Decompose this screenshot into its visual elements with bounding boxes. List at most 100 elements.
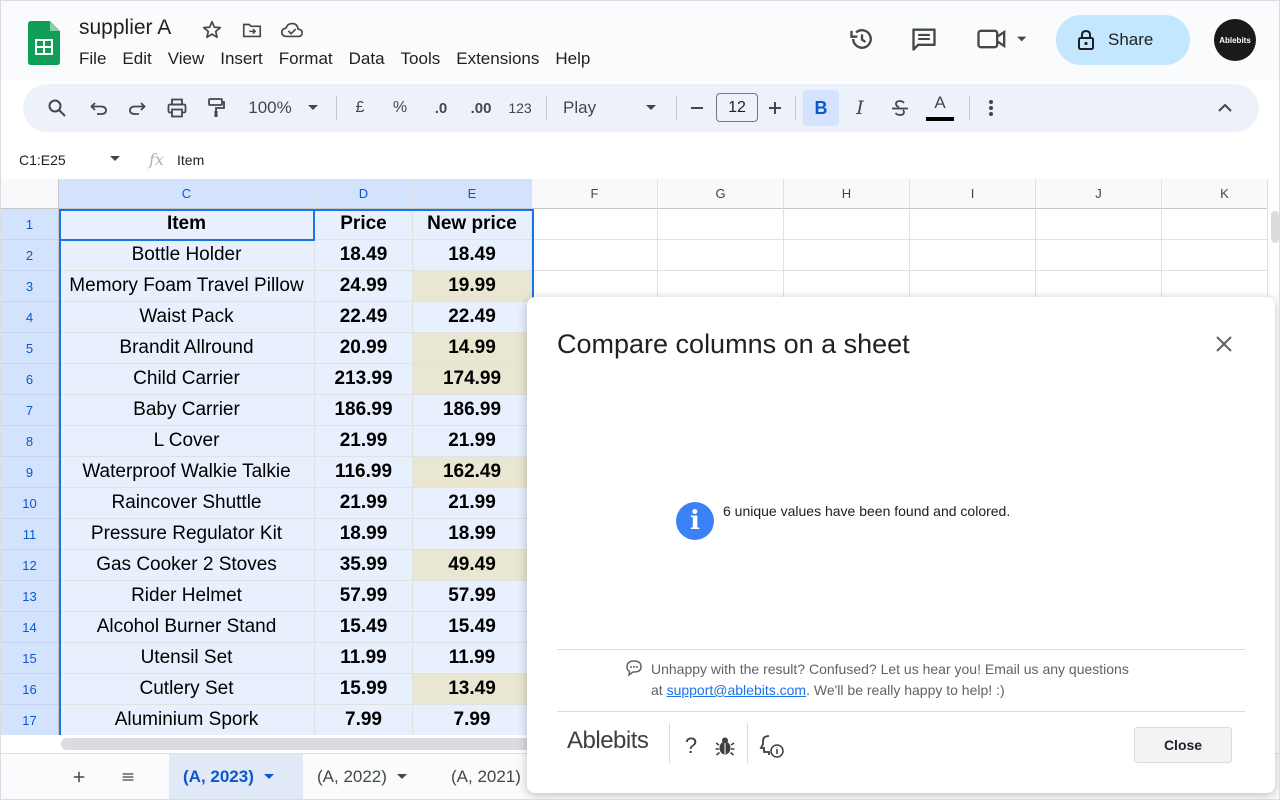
new-price-cell[interactable]: 57.99	[413, 581, 532, 612]
price-cell[interactable]: 18.49	[315, 240, 413, 271]
empty-cell[interactable]	[1162, 240, 1267, 271]
tab-menu-caret-icon[interactable]	[263, 774, 274, 780]
text-color-button[interactable]: A	[925, 93, 955, 123]
row-header[interactable]: 8	[1, 426, 59, 457]
row-header[interactable]: 3	[1, 271, 59, 302]
select-all-corner[interactable]	[1, 179, 71, 209]
menu-file[interactable]: File	[71, 47, 114, 71]
price-cell[interactable]: 21.99	[315, 426, 413, 457]
column-header-i[interactable]: I	[910, 179, 1036, 209]
price-cell[interactable]: 7.99	[315, 705, 413, 735]
empty-cell[interactable]	[1036, 209, 1162, 240]
vertical-scroll-thumb[interactable]	[1271, 211, 1279, 243]
item-cell[interactable]: Child Carrier	[59, 364, 315, 395]
font-select[interactable]: Play	[563, 93, 603, 123]
empty-cell[interactable]	[532, 209, 658, 240]
column-header-k[interactable]: K	[1162, 179, 1267, 209]
version-history-icon[interactable]	[844, 21, 880, 57]
paint-format-icon[interactable]	[204, 93, 228, 123]
more-options-icon[interactable]	[981, 93, 1001, 123]
header-price-cell[interactable]: Price	[315, 209, 413, 240]
item-cell[interactable]: Cutlery Set	[59, 674, 315, 705]
new-price-cell[interactable]: 11.99	[413, 643, 532, 674]
item-cell[interactable]: Bottle Holder	[59, 240, 315, 271]
collapse-toolbar-icon[interactable]	[1213, 93, 1237, 123]
item-cell[interactable]: Alcohol Burner Stand	[59, 612, 315, 643]
menu-edit[interactable]: Edit	[114, 47, 159, 71]
new-price-cell[interactable]: 19.99	[413, 271, 532, 302]
star-icon[interactable]	[199, 17, 225, 43]
row-header[interactable]: 11	[1, 519, 59, 550]
row-header[interactable]: 12	[1, 550, 59, 581]
item-cell[interactable]: Memory Foam Travel Pillow	[59, 271, 315, 302]
item-cell[interactable]: Brandit Allround	[59, 333, 315, 364]
new-price-cell[interactable]: 18.49	[413, 240, 532, 271]
price-cell[interactable]: 22.49	[315, 302, 413, 333]
empty-cell[interactable]	[910, 240, 1036, 271]
print-icon[interactable]	[164, 93, 190, 123]
decrease-font-size-icon[interactable]	[687, 93, 707, 123]
account-avatar[interactable]: Ablebits	[1214, 19, 1256, 61]
empty-cell[interactable]	[1162, 209, 1267, 240]
item-cell[interactable]: Aluminium Spork	[59, 705, 315, 735]
help-icon[interactable]: ?	[678, 733, 704, 759]
increase-font-size-icon[interactable]	[765, 93, 785, 123]
font-caret-icon[interactable]	[643, 93, 659, 123]
menu-help[interactable]: Help	[547, 47, 598, 71]
menu-insert[interactable]: Insert	[212, 47, 271, 71]
item-cell[interactable]: Utensil Set	[59, 643, 315, 674]
empty-cell[interactable]	[1036, 240, 1162, 271]
price-cell[interactable]: 186.99	[315, 395, 413, 426]
item-cell[interactable]: Waist Pack	[59, 302, 315, 333]
row-header[interactable]: 1	[1, 209, 59, 240]
row-header[interactable]: 4	[1, 302, 59, 333]
row-header[interactable]: 16	[1, 674, 59, 705]
support-email-link[interactable]: support@ablebits.com	[667, 682, 807, 698]
meet-camera-icon[interactable]	[973, 21, 1033, 57]
row-header[interactable]: 14	[1, 612, 59, 643]
redo-icon[interactable]	[125, 93, 149, 123]
price-cell[interactable]: 15.49	[315, 612, 413, 643]
row-header[interactable]: 17	[1, 705, 59, 735]
item-cell[interactable]: Pressure Regulator Kit	[59, 519, 315, 550]
tab-menu-caret-icon[interactable]	[396, 774, 407, 780]
currency-format-button[interactable]: £	[350, 93, 370, 123]
new-price-cell[interactable]: 21.99	[413, 426, 532, 457]
header-new-price-cell[interactable]: New price	[413, 209, 532, 240]
name-box[interactable]: C1:E25	[19, 152, 66, 168]
search-menus-icon[interactable]	[45, 93, 69, 123]
row-header[interactable]: 2	[1, 240, 59, 271]
font-size-input[interactable]: 12	[716, 93, 758, 122]
row-header[interactable]: 10	[1, 488, 59, 519]
add-sheet-icon[interactable]	[59, 754, 99, 799]
new-price-cell[interactable]: 186.99	[413, 395, 532, 426]
row-header[interactable]: 15	[1, 643, 59, 674]
empty-cell[interactable]	[532, 240, 658, 271]
name-box-caret-icon[interactable]	[109, 155, 121, 163]
formula-input[interactable]: Item	[177, 152, 204, 168]
price-cell[interactable]: 20.99	[315, 333, 413, 364]
new-price-cell[interactable]: 162.49	[413, 457, 532, 488]
new-price-cell[interactable]: 21.99	[413, 488, 532, 519]
zoom-caret-icon[interactable]	[305, 93, 321, 123]
new-price-cell[interactable]: 18.99	[413, 519, 532, 550]
percent-format-button[interactable]: %	[389, 93, 411, 123]
zoom-select[interactable]: 100%	[245, 93, 295, 123]
column-header-g[interactable]: G	[658, 179, 784, 209]
empty-cell[interactable]	[658, 209, 784, 240]
row-header[interactable]: 13	[1, 581, 59, 612]
new-price-cell[interactable]: 7.99	[413, 705, 532, 735]
price-cell[interactable]: 21.99	[315, 488, 413, 519]
column-header-h[interactable]: H	[784, 179, 910, 209]
comments-icon[interactable]	[906, 21, 942, 57]
item-cell[interactable]: Waterproof Walkie Talkie	[59, 457, 315, 488]
header-item-cell[interactable]: Item	[59, 209, 315, 240]
all-sheets-icon[interactable]	[108, 754, 148, 799]
menu-tools[interactable]: Tools	[393, 47, 449, 71]
item-cell[interactable]: Gas Cooker 2 Stoves	[59, 550, 315, 581]
share-button[interactable]: Share	[1056, 15, 1190, 65]
new-price-cell[interactable]: 14.99	[413, 333, 532, 364]
price-cell[interactable]: 18.99	[315, 519, 413, 550]
horizontal-scroll-thumb[interactable]	[61, 738, 541, 750]
empty-cell[interactable]	[784, 240, 910, 271]
